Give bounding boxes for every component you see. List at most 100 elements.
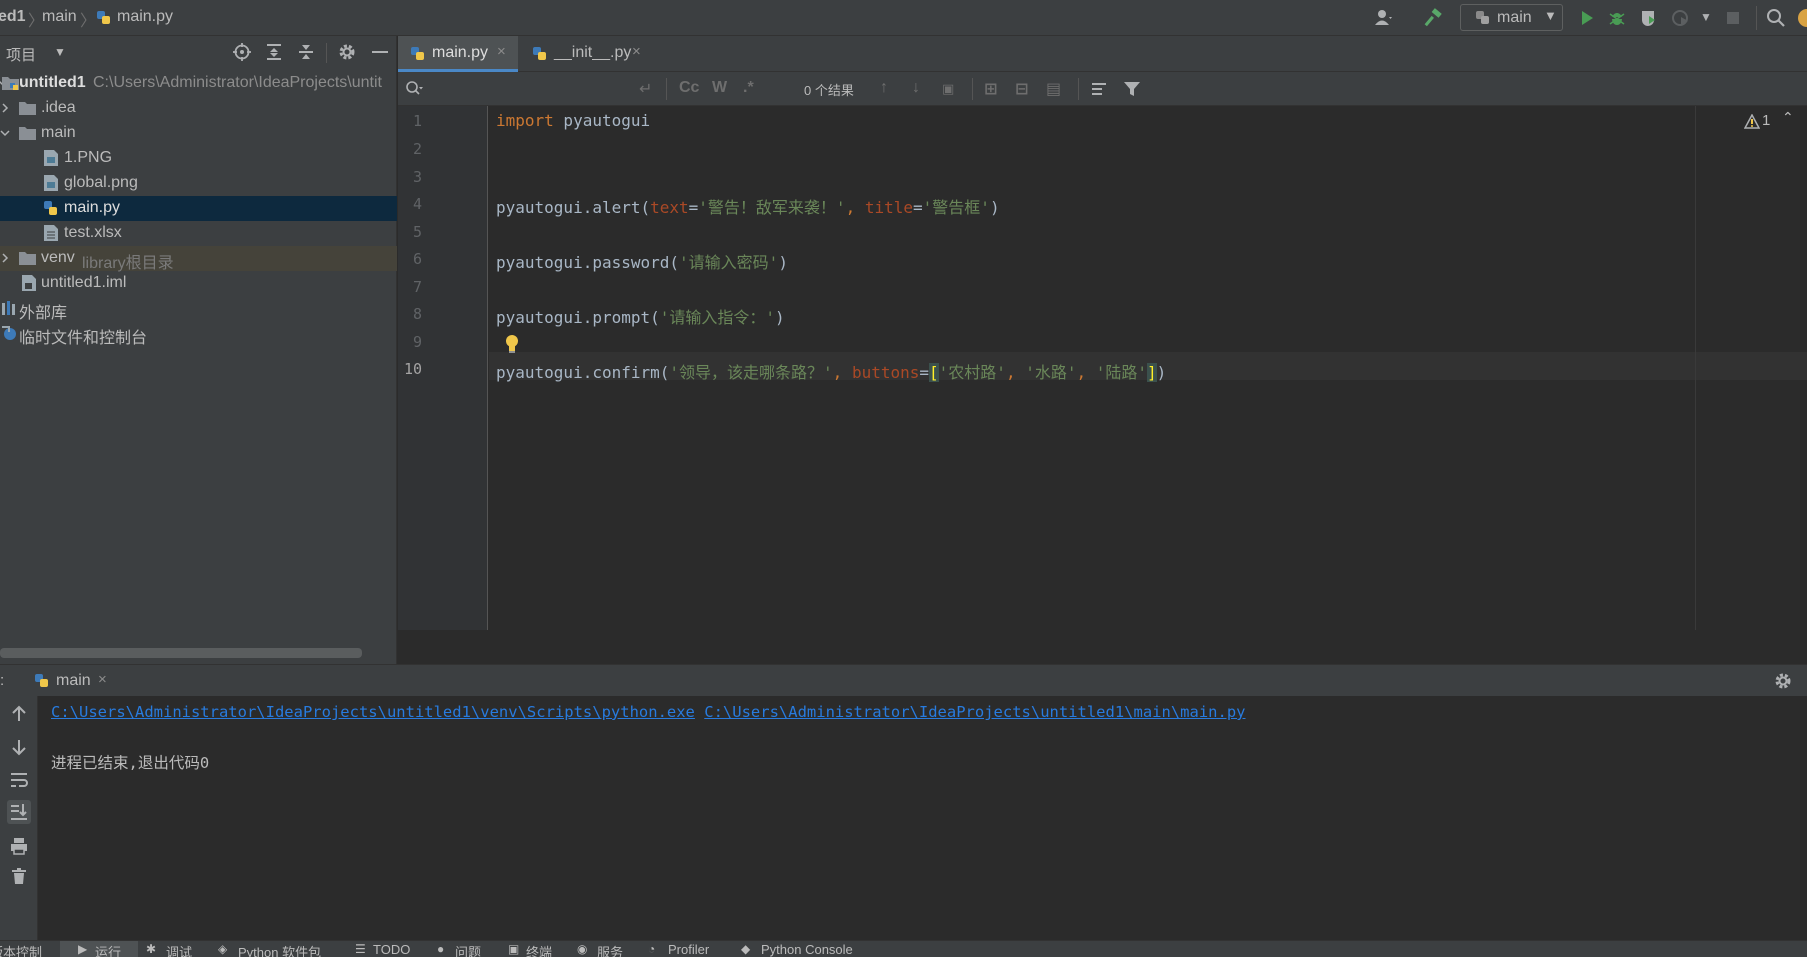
chevron-right-icon[interactable] bbox=[0, 251, 10, 265]
build-hammer-icon[interactable] bbox=[1424, 8, 1444, 28]
run-icon: ▶ bbox=[78, 942, 88, 956]
tab-init-py[interactable]: __init__.py × bbox=[520, 36, 660, 72]
tool-tab-profiler[interactable]: Profiler bbox=[668, 942, 709, 957]
tool-tab-python-console[interactable]: Python Console bbox=[761, 942, 853, 957]
tool-tab-vcs[interactable]: 版本控制 bbox=[0, 942, 42, 957]
multiline-icon[interactable] bbox=[1090, 79, 1110, 99]
tree-item-scratches[interactable]: 临时文件和控制台 bbox=[0, 321, 397, 347]
bracket-match: ] bbox=[1147, 363, 1157, 382]
run-configuration-select[interactable]: main ▼ bbox=[1460, 4, 1563, 31]
profile-icon[interactable] bbox=[1671, 8, 1691, 28]
close-icon[interactable]: × bbox=[497, 43, 506, 60]
tree-item-venv[interactable]: venv library根目录 bbox=[0, 246, 397, 272]
python-file-icon bbox=[96, 10, 112, 26]
expand-all-icon[interactable] bbox=[264, 42, 284, 62]
tool-tab-terminal[interactable]: 终端 bbox=[526, 942, 552, 957]
collapse-all-icon[interactable] bbox=[296, 42, 316, 62]
tree-item-test-xlsx[interactable]: test.xlsx bbox=[0, 221, 397, 246]
tree-item-untitled1[interactable]: untitled1 C:\Users\Administrator\IdeaPro… bbox=[0, 71, 397, 96]
newline-icon[interactable]: ↵ bbox=[639, 79, 652, 99]
find-input[interactable] bbox=[434, 77, 664, 101]
line-number: 3 bbox=[412, 168, 422, 186]
arrow-up-icon[interactable]: ↑ bbox=[880, 79, 888, 97]
scratches-icon bbox=[1, 324, 17, 342]
editor-tab-bar: main.py × __init__.py × bbox=[398, 36, 1807, 72]
line-number: 8 bbox=[412, 305, 422, 323]
whole-word-toggle[interactable]: W bbox=[712, 79, 727, 97]
arrow-down-icon[interactable] bbox=[9, 737, 29, 757]
select-occurrences-icon[interactable]: ▤ bbox=[1046, 79, 1061, 99]
tree-item-label: untitled1.iml bbox=[41, 274, 127, 291]
update-icon[interactable] bbox=[1798, 9, 1807, 27]
chevron-up-icon[interactable]: ⌃ bbox=[1782, 109, 1794, 126]
breadcrumb-file[interactable]: main.py bbox=[117, 8, 173, 26]
run-console-output[interactable]: C:\Users\Administrator\IdeaProjects\unti… bbox=[38, 696, 1807, 940]
tree-item-png[interactable]: 1.PNG bbox=[0, 146, 397, 171]
chevron-down-icon[interactable] bbox=[0, 126, 10, 140]
coverage-icon[interactable] bbox=[1639, 8, 1659, 28]
code-line-10: pyautogui.confirm('领导，该走哪条路？', buttons=[… bbox=[496, 359, 1166, 383]
tab-main-py[interactable]: main.py × bbox=[398, 36, 518, 72]
add-occurrence-icon[interactable]: ⊞ bbox=[984, 79, 997, 99]
print-icon[interactable] bbox=[9, 836, 29, 856]
warning-count: 1 bbox=[1762, 112, 1771, 129]
tool-tab-services[interactable]: 服务 bbox=[597, 942, 623, 957]
lightbulb-icon[interactable] bbox=[503, 334, 521, 354]
image-file-icon bbox=[43, 149, 59, 167]
python-executable-link[interactable]: C:\Users\Administrator\IdeaProjects\unti… bbox=[51, 703, 695, 721]
regex-toggle[interactable]: .* bbox=[743, 79, 754, 97]
select-all-occurrences-icon[interactable]: ▣ bbox=[942, 81, 954, 97]
arrow-up-icon[interactable] bbox=[9, 704, 29, 724]
trash-icon[interactable] bbox=[9, 866, 29, 886]
gear-icon[interactable] bbox=[337, 42, 357, 62]
scroll-to-end-icon[interactable] bbox=[7, 800, 31, 824]
tool-tab-python-packages[interactable]: Python 软件包 bbox=[238, 942, 321, 957]
locate-icon[interactable] bbox=[232, 42, 252, 62]
breadcrumb-folder[interactable]: main bbox=[42, 8, 77, 26]
tool-tab-run[interactable]: 运行 bbox=[95, 942, 121, 957]
script-path-link[interactable]: C:\Users\Administrator\IdeaProjects\unti… bbox=[704, 703, 1245, 721]
string-literal: '领导，该走哪条路？' bbox=[669, 363, 833, 382]
project-panel: 项目 ▼ untitled1 C:\Users\Administrator\Id… bbox=[0, 36, 397, 664]
close-icon[interactable]: × bbox=[98, 671, 107, 688]
match-case-toggle[interactable]: Cc bbox=[679, 79, 699, 97]
horizontal-scrollbar[interactable] bbox=[0, 648, 362, 658]
breadcrumb-project[interactable]: ed1 bbox=[0, 8, 26, 26]
code-text: , bbox=[1005, 363, 1026, 382]
soft-wrap-icon[interactable] bbox=[9, 770, 29, 790]
tree-item-hint: library根目录 bbox=[82, 255, 174, 272]
tool-tab-debug[interactable]: 调试 bbox=[166, 942, 192, 957]
search-icon[interactable] bbox=[404, 79, 424, 99]
minimize-icon[interactable] bbox=[372, 51, 388, 53]
tree-item-iml[interactable]: untitled1.iml bbox=[0, 271, 397, 296]
code-editor[interactable]: 1 2 3 4 5 6 7 8 9 10 import pyautogui py… bbox=[398, 106, 1807, 630]
warning-icon[interactable] bbox=[1743, 113, 1761, 130]
code-text: , bbox=[832, 363, 852, 382]
tool-tab-todo[interactable]: TODO bbox=[373, 942, 410, 957]
console-exit-message: 进程已结束,退出代码0 bbox=[51, 754, 210, 772]
user-icon[interactable] bbox=[1374, 8, 1394, 28]
string-literal: '请输入指令：' bbox=[659, 308, 776, 327]
search-icon[interactable] bbox=[1766, 8, 1786, 28]
debug-icon[interactable] bbox=[1607, 8, 1627, 28]
package-icon: ◈ bbox=[218, 942, 228, 956]
chevron-right-icon[interactable] bbox=[0, 101, 10, 115]
navigation-bar: ed1 〉 main 〉 main.py main ▼ ▼ bbox=[0, 0, 1807, 36]
gear-icon[interactable] bbox=[1773, 671, 1793, 691]
run-tab-main[interactable]: main bbox=[56, 672, 91, 690]
chevron-down-icon[interactable]: ▼ bbox=[54, 45, 66, 59]
tree-item-external-libraries[interactable]: 外部库 bbox=[0, 296, 397, 322]
remove-occurrence-icon[interactable]: ⊟ bbox=[1015, 79, 1028, 99]
tree-item-idea[interactable]: .idea bbox=[0, 96, 397, 121]
tree-item-main-folder[interactable]: main bbox=[0, 121, 397, 146]
close-icon[interactable]: × bbox=[632, 43, 641, 60]
chevron-down-icon[interactable]: ▼ bbox=[1700, 10, 1712, 24]
tool-tab-problems[interactable]: 问题 bbox=[455, 942, 481, 957]
project-panel-title[interactable]: 项目 bbox=[6, 44, 36, 65]
arrow-down-icon[interactable]: ↓ bbox=[912, 79, 920, 97]
tree-item-main-py[interactable]: main.py bbox=[0, 196, 397, 221]
filter-icon[interactable] bbox=[1122, 79, 1142, 99]
run-icon[interactable] bbox=[1577, 8, 1597, 28]
tree-item-global-png[interactable]: global.png bbox=[0, 171, 397, 196]
code-text: pyautogui bbox=[553, 111, 651, 130]
